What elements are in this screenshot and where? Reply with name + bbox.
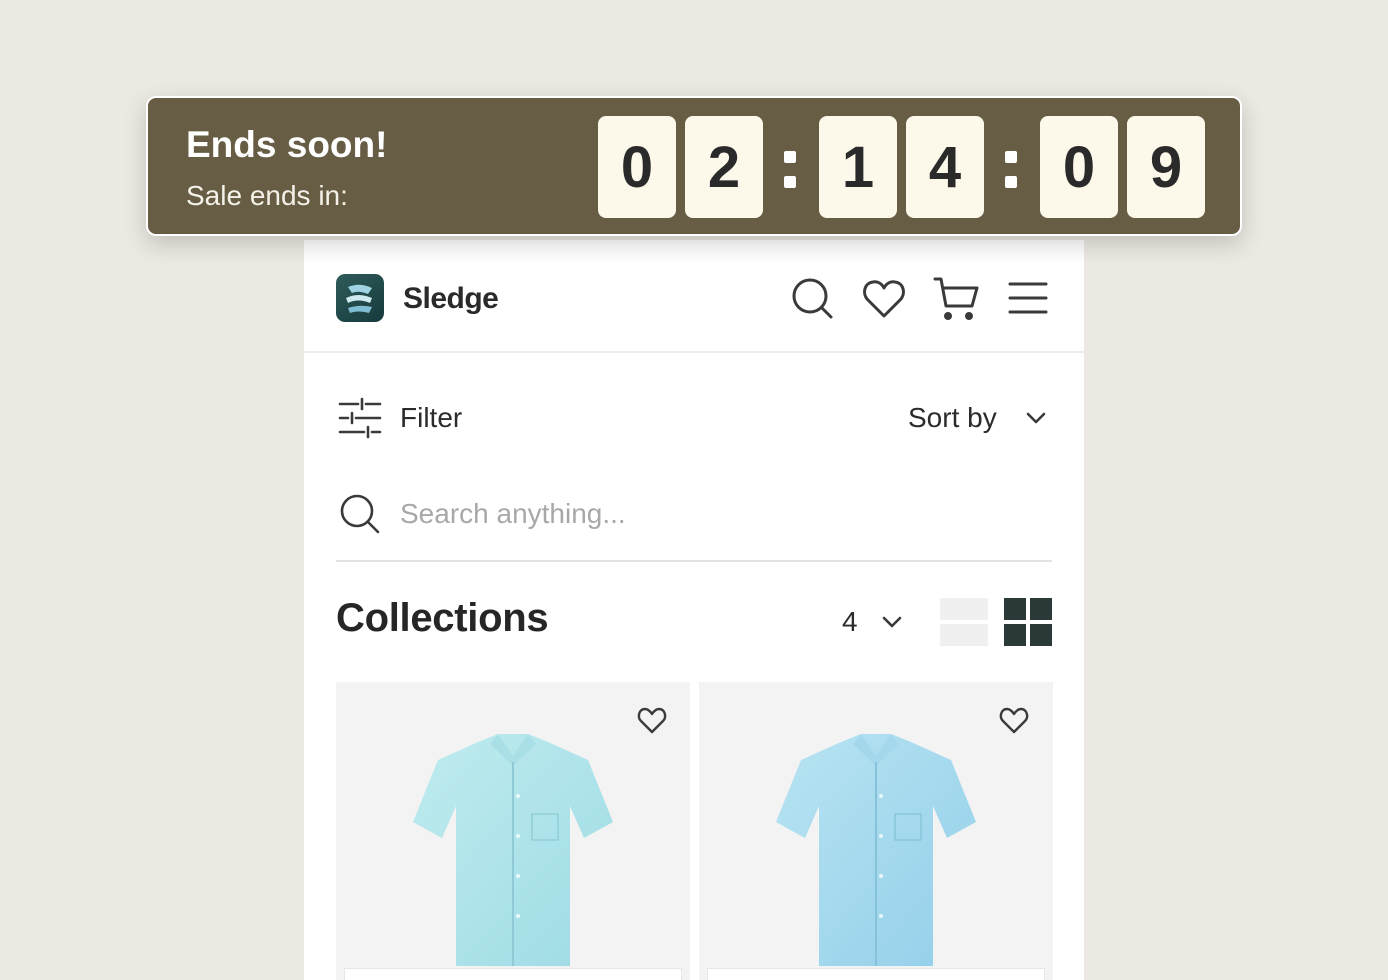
search-icon[interactable]	[788, 274, 836, 322]
search-input[interactable]	[400, 494, 1000, 534]
search-icon	[338, 492, 382, 536]
brand-name[interactable]: Sledge	[403, 282, 499, 316]
banner-subtitle: Sale ends in:	[186, 180, 348, 211]
product-card[interactable]	[699, 682, 1053, 980]
app-header: Sledge	[304, 240, 1084, 353]
countdown-separator	[996, 116, 1026, 218]
heart-icon[interactable]	[636, 704, 668, 736]
chevron-down-icon[interactable]	[878, 608, 906, 636]
cart-icon[interactable]	[932, 274, 980, 322]
countdown-digit: 9	[1127, 116, 1205, 218]
banner-title: Ends soon!	[186, 124, 388, 165]
chevron-down-icon[interactable]	[1022, 404, 1050, 432]
heart-icon[interactable]	[998, 704, 1030, 736]
countdown-digit: 1	[819, 116, 897, 218]
sort-by-dropdown[interactable]: Sort by	[908, 402, 997, 434]
countdown-digit: 2	[685, 116, 763, 218]
sledge-logo-icon[interactable]	[336, 274, 384, 322]
menu-icon[interactable]	[1004, 274, 1052, 322]
heart-icon[interactable]	[860, 274, 908, 322]
countdown-digit: 4	[906, 116, 984, 218]
countdown-separator	[775, 116, 805, 218]
columns-select[interactable]: 4	[842, 606, 858, 638]
countdown-digit: 0	[1040, 116, 1118, 218]
search-bar	[336, 486, 1052, 562]
list-view-button[interactable]	[940, 598, 988, 646]
section-title: Collections	[336, 596, 549, 640]
sale-countdown-banner: Ends soon! Sale ends in: 0 2 1 4 0 9	[146, 96, 1242, 236]
filter-sort-bar: Filter Sort by	[304, 390, 1084, 446]
filter-button[interactable]: Filter	[400, 402, 462, 434]
product-info-panel	[344, 968, 682, 980]
grid-view-button[interactable]	[1004, 598, 1052, 646]
store-panel: Sledge Filter Sort by Search anything...…	[304, 240, 1084, 980]
countdown-digit: 0	[598, 116, 676, 218]
product-image	[776, 734, 976, 966]
product-info-panel	[707, 968, 1045, 980]
sliders-icon[interactable]	[338, 396, 382, 440]
product-card[interactable]	[336, 682, 690, 980]
product-image	[413, 734, 613, 966]
